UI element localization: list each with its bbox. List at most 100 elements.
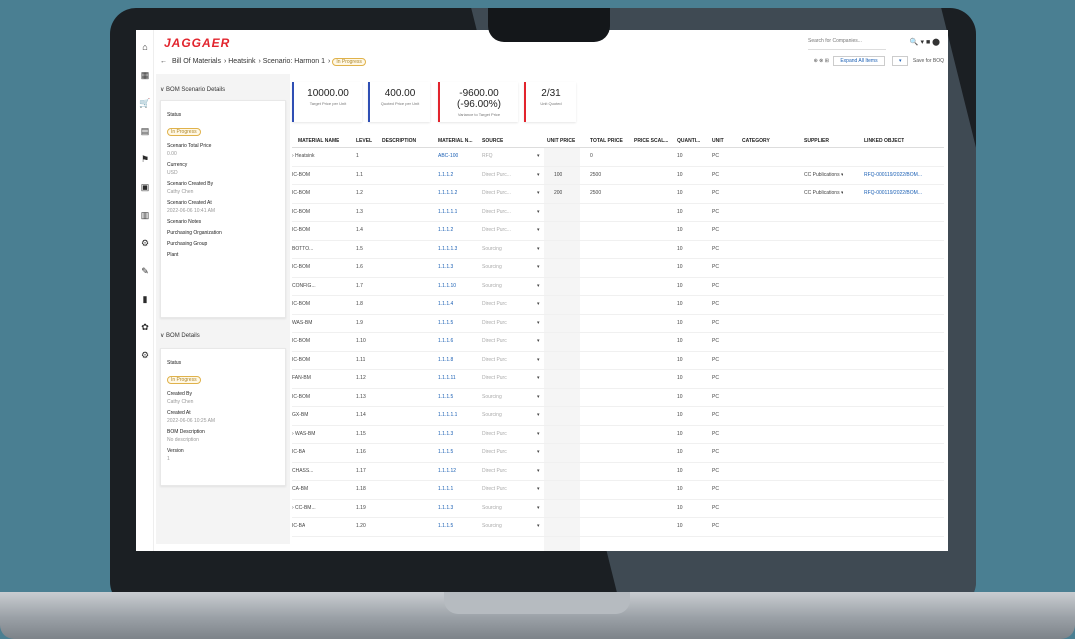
top-icons[interactable]: 🔍 ▾ ■ ⬤ xyxy=(910,38,940,46)
table-row[interactable]: IC-BOM 1.3 1.1.1.1.1 Direct Purc... ▾ 10 PC xyxy=(292,204,944,222)
material-name: IC-BOM xyxy=(292,264,311,270)
column-header[interactable]: UNIT xyxy=(712,138,724,144)
quantity: 10 xyxy=(677,523,683,529)
table-row[interactable]: IC-BOM 1.10 1.1.1.6 Direct Purc ▾ 10 PC xyxy=(292,333,944,352)
source-dropdown[interactable]: ▾ xyxy=(537,486,540,492)
table-row[interactable]: IC-BOM 1.11 1.1.1.8 Direct Purc ▾ 10 PC xyxy=(292,352,944,370)
back-arrow-icon[interactable]: ← xyxy=(160,58,167,65)
source-dropdown[interactable]: ▾ xyxy=(537,505,540,511)
source-dropdown[interactable]: ▾ xyxy=(537,209,540,215)
source-dropdown[interactable]: ▾ xyxy=(537,523,540,529)
source-dropdown[interactable]: ▾ xyxy=(537,375,540,381)
table-row[interactable]: CONFIG... 1.7 1.1.1.10 Sourcing ▾ 10 PC xyxy=(292,278,944,296)
source-dropdown[interactable]: ▾ xyxy=(537,431,540,437)
table-row[interactable]: IC-BOM 1.1 1.1.1.2 Direct Purc... ▾ 100 2500 10… xyxy=(292,167,944,185)
table-row[interactable]: WAS-BM 1.9 1.1.1.5 Direct Purc ▾ 10 PC xyxy=(292,315,944,333)
table-row[interactable]: FAN-BM 1.12 1.1.1.11 Direct Purc ▾ 10 PC xyxy=(292,370,944,389)
table-row[interactable]: › CC-BM... 1.19 1.1.1.3 Sourcing ▾ 10 PC xyxy=(292,500,944,518)
unit: PC xyxy=(712,153,719,159)
table-row[interactable]: IC-BOM 1.6 1.1.1.3 Sourcing ▾ 10 PC xyxy=(292,259,944,278)
nav-icon[interactable]: ⚙ xyxy=(136,232,154,254)
nav-icon[interactable]: ✎ xyxy=(136,260,154,282)
column-header[interactable]: SOURCE xyxy=(482,138,503,144)
table-row[interactable]: CHASS... 1.17 1.1.1.12 Direct Purc ▾ 10 PC xyxy=(292,463,944,481)
source-dropdown[interactable]: ▾ xyxy=(537,264,540,270)
source: Direct Purc xyxy=(482,449,507,455)
source-dropdown[interactable]: ▾ xyxy=(537,190,540,196)
level: 1.8 xyxy=(356,301,363,307)
kpi-card: 10000.00 Target Price per Unit xyxy=(292,82,362,122)
toolbar-icons[interactable]: ⊕ ⊗ ⊞ xyxy=(814,58,829,64)
source-dropdown[interactable]: ▾ xyxy=(537,394,540,400)
source-dropdown[interactable]: ▾ xyxy=(537,338,540,344)
table-row[interactable]: IC-BA 1.20 1.1.1.5 Sourcing ▾ 10 PC xyxy=(292,518,944,537)
save-link[interactable]: Save for BOQ xyxy=(913,58,944,64)
table-row[interactable]: CA-BM 1.18 1.1.1.1 Direct Purc ▾ 10 PC xyxy=(292,481,944,500)
table-row[interactable]: IC-BOM 1.8 1.1.1.4 Direct Purc ▾ 10 PC xyxy=(292,296,944,315)
unit: PC xyxy=(712,227,719,233)
nav-icon[interactable]: ▣ xyxy=(136,176,154,198)
material-number: 1.1.1.12 xyxy=(438,467,457,474)
bom-details-header[interactable]: ∨ BOM Details xyxy=(160,332,200,339)
source-dropdown[interactable]: ▾ xyxy=(537,468,540,474)
level: 1.19 xyxy=(356,504,366,511)
search-input[interactable]: Search for Companies... xyxy=(808,38,886,50)
table-row[interactable]: IC-BOM 1.13 1.1.1.5 Sourcing ▾ 10 PC xyxy=(292,389,944,407)
table-row[interactable]: IC-BA 1.16 1.1.1.5 Direct Purc ▾ 10 PC xyxy=(292,444,944,463)
unit: PC xyxy=(712,504,719,511)
table-row[interactable]: › WAS-BM 1.15 1.1.1.3 Direct Purc ▾ 10 PC xyxy=(292,426,944,444)
breadcrumb-item[interactable]: Scenario: Harmon 1 xyxy=(263,58,325,65)
linked-object[interactable]: RFQ-000119/2022/BOM... xyxy=(864,190,922,196)
scenario-details-header[interactable]: ∨ BOM Scenario Details xyxy=(160,86,225,93)
source-dropdown[interactable]: ▾ xyxy=(537,283,540,289)
column-header[interactable]: QUANTI... xyxy=(677,138,700,144)
linked-object[interactable]: RFQ-000119/2022/BOM... xyxy=(864,172,922,178)
table-row[interactable]: BOTTO... 1.5 1.1.1.1.3 Sourcing ▾ 10 PC xyxy=(292,241,944,259)
nav-icon[interactable]: ▦ xyxy=(136,64,154,86)
source-dropdown[interactable]: ▾ xyxy=(537,227,540,233)
field-value: No description xyxy=(167,437,199,443)
nav-icon[interactable]: 🛒 xyxy=(136,92,154,114)
source-dropdown[interactable]: ▾ xyxy=(537,172,540,178)
column-header[interactable]: LEVEL xyxy=(356,138,372,144)
material-number: ABC-100 xyxy=(438,153,459,159)
source-dropdown[interactable]: ▾ xyxy=(537,246,540,252)
column-header[interactable]: TOTAL PRICE xyxy=(590,138,623,144)
table-row[interactable]: › Heatsink 1 ABC-100 RFQ ▾ 0 10 PC xyxy=(292,148,944,167)
column-header[interactable]: LINKED OBJECT xyxy=(864,138,904,144)
column-header[interactable]: SUPPLIER xyxy=(804,138,829,144)
nav-icon[interactable]: ▥ xyxy=(136,204,154,226)
table-row[interactable]: GX-BM 1.14 1.1.1.1.1 Sourcing ▾ 10 PC xyxy=(292,407,944,426)
table-row[interactable]: IC-BOM 1.2 1.1.1.1.2 Direct Purc... ▾ 200 2500… xyxy=(292,185,944,204)
column-header[interactable]: MATERIAL NAME xyxy=(298,138,339,144)
quantity: 10 xyxy=(677,153,683,159)
source-dropdown[interactable]: ▾ xyxy=(537,449,540,455)
column-header[interactable]: PRICE SCAL... xyxy=(634,138,668,144)
nav-icon[interactable]: ▤ xyxy=(136,120,154,142)
table-row[interactable]: IC-BOM 1.4 1.1.1.2 Direct Purc... ▾ 10 PC xyxy=(292,222,944,241)
column-header[interactable]: CATEGORY xyxy=(742,138,770,144)
column-header[interactable]: MATERIAL N... xyxy=(438,138,473,144)
more-dropdown[interactable]: ▾ xyxy=(891,56,909,66)
source-dropdown[interactable]: ▾ xyxy=(537,357,540,363)
material-name: WAS-BM xyxy=(292,319,313,326)
source-dropdown[interactable]: ▾ xyxy=(537,153,540,159)
nav-icon[interactable]: ▮ xyxy=(136,288,154,310)
supplier[interactable]: CC Publications ▾ xyxy=(804,190,843,196)
breadcrumb-item[interactable]: Heatsink xyxy=(228,58,255,65)
nav-icon[interactable]: ✿ xyxy=(136,316,154,338)
nav-icon[interactable]: ⚙ xyxy=(136,344,154,366)
column-header[interactable]: DESCRIPTION xyxy=(382,138,416,144)
nav-icon[interactable]: ⌂ xyxy=(136,36,154,58)
level: 1.5 xyxy=(356,245,363,252)
source-dropdown[interactable]: ▾ xyxy=(537,412,540,418)
material-name: IC-BOM xyxy=(292,208,311,215)
column-header[interactable]: UNIT PRICE xyxy=(547,138,575,144)
breadcrumb-item[interactable]: Bill Of Materials xyxy=(172,58,221,65)
supplier[interactable]: CC Publications ▾ xyxy=(804,172,843,178)
level: 1.20 xyxy=(356,523,366,529)
nav-icon[interactable]: ⚑ xyxy=(136,148,154,170)
expand-all-button[interactable]: Expand All Items xyxy=(833,56,885,66)
source-dropdown[interactable]: ▾ xyxy=(537,320,540,326)
source-dropdown[interactable]: ▾ xyxy=(537,301,540,307)
